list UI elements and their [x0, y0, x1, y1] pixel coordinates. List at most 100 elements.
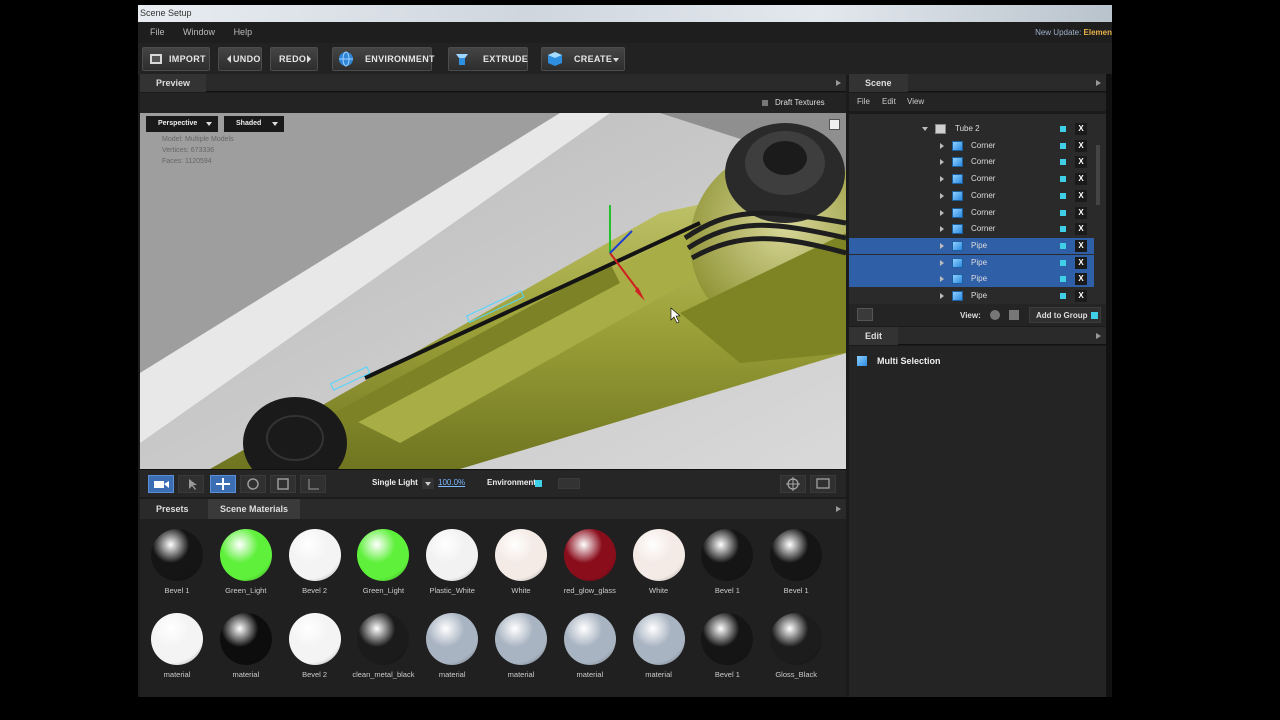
material-swatch[interactable]: Gloss_Black [762, 613, 830, 679]
environment-color-swatch[interactable] [558, 478, 580, 489]
material-swatch[interactable]: Green_Light [212, 529, 280, 595]
material-swatch[interactable]: material [556, 613, 624, 679]
light-intensity-value[interactable]: 100.0% [438, 478, 465, 487]
visibility-toggle[interactable] [1060, 142, 1066, 149]
create-button[interactable]: CREATE [541, 47, 625, 71]
rotate-tool-icon[interactable] [240, 475, 266, 493]
new-folder-icon[interactable] [857, 308, 873, 321]
delete-item-button[interactable]: X [1075, 256, 1087, 269]
visibility-toggle[interactable] [1060, 192, 1066, 199]
environment-checkbox[interactable] [535, 480, 542, 487]
chevron-down-icon[interactable] [613, 58, 619, 62]
delete-item-button[interactable]: X [1075, 273, 1087, 286]
panel-collapse-icon[interactable] [1096, 80, 1101, 86]
delete-item-button[interactable]: X [1075, 156, 1087, 169]
material-swatch[interactable]: material [143, 613, 211, 679]
panel-collapse-icon[interactable] [836, 506, 841, 512]
scene-tab[interactable]: Scene [849, 74, 908, 92]
scene-menu-file[interactable]: File [857, 93, 870, 111]
new-update-notice[interactable]: New Update: Elemen [1035, 22, 1112, 43]
delete-item-button[interactable]: X [1075, 139, 1087, 152]
axis-tool-icon[interactable] [300, 475, 326, 493]
environment-button[interactable]: ENVIRONMENT [332, 47, 435, 71]
material-swatch[interactable]: clean_metal_black [349, 613, 417, 679]
scene-tree-row[interactable]: Pipe X [849, 288, 1094, 304]
scene-tree-row[interactable]: Pipe X [849, 254, 1094, 271]
material-swatch[interactable]: Bevel 1 [693, 613, 761, 679]
delete-item-button[interactable]: X [1075, 189, 1087, 202]
scene-tree-row[interactable]: Corner X [849, 171, 1094, 187]
material-swatch[interactable]: Plastic_White [418, 529, 486, 595]
lighting-mode-value[interactable]: Single Light [372, 478, 418, 487]
scene-tree-row[interactable]: Corner X [849, 221, 1094, 237]
visibility-toggle[interactable] [1060, 226, 1066, 233]
panel-collapse-icon[interactable] [836, 80, 841, 86]
camera-tool-icon[interactable] [148, 475, 174, 493]
visibility-toggle[interactable] [1060, 176, 1066, 183]
scene-tree-row[interactable]: Pipe X [849, 271, 1094, 288]
visibility-toggle[interactable] [1060, 126, 1066, 132]
tab-presets[interactable]: Presets [144, 499, 201, 519]
visibility-toggle[interactable] [1060, 242, 1066, 249]
delete-item-button[interactable]: X [1075, 223, 1087, 236]
scene-menu-edit[interactable]: Edit [882, 93, 896, 111]
target-icon[interactable] [780, 475, 806, 493]
chevron-right-icon[interactable] [940, 176, 944, 183]
delete-item-button[interactable]: X [1075, 290, 1087, 302]
material-swatch[interactable]: Bevel 1 [762, 529, 830, 595]
undo-button[interactable]: UNDO [218, 47, 262, 71]
delete-item-button[interactable]: X [1075, 206, 1087, 219]
material-swatch[interactable]: Green_Light [349, 529, 417, 595]
lighting-dropdown-button[interactable] [422, 478, 434, 489]
chevron-right-icon[interactable] [940, 226, 944, 233]
material-swatch[interactable]: Bevel 1 [693, 529, 761, 595]
visibility-toggle[interactable] [1060, 293, 1066, 299]
scene-tree-row[interactable]: Corner X [849, 138, 1094, 154]
grid-view-icon[interactable] [1009, 310, 1019, 320]
material-swatch[interactable]: red_glow_glass [556, 529, 624, 595]
delete-item-button[interactable]: X [1075, 173, 1087, 186]
visibility-toggle[interactable] [1060, 276, 1066, 283]
visibility-toggle[interactable] [1060, 259, 1066, 266]
chevron-right-icon[interactable] [940, 209, 944, 216]
material-swatch[interactable]: Bevel 2 [281, 529, 349, 595]
material-swatch[interactable]: White [487, 529, 555, 595]
chevron-right-icon[interactable] [940, 142, 944, 149]
select-tool-icon[interactable] [178, 475, 204, 493]
draft-textures-checkbox[interactable] [762, 100, 768, 106]
redo-button[interactable]: REDO [270, 47, 318, 71]
add-to-group-checkbox[interactable] [1091, 312, 1098, 319]
add-to-group-button[interactable]: Add to Group [1029, 307, 1101, 323]
chevron-right-icon[interactable] [940, 159, 944, 166]
scene-menu-view[interactable]: View [907, 93, 924, 111]
menu-file[interactable]: File [150, 22, 165, 43]
material-swatch[interactable]: Bevel 2 [281, 613, 349, 679]
preview-tab[interactable]: Preview [140, 74, 207, 92]
menu-help[interactable]: Help [234, 22, 253, 43]
material-swatch[interactable]: material [625, 613, 693, 679]
shading-mode-dropdown[interactable]: Shaded [224, 116, 284, 132]
scene-scrollbar[interactable] [1096, 145, 1100, 205]
material-swatch[interactable]: White [625, 529, 693, 595]
scene-tree-row[interactable]: Corner X [849, 205, 1094, 221]
tab-scene-materials[interactable]: Scene Materials [208, 499, 301, 519]
material-swatch[interactable]: material [487, 613, 555, 679]
sphere-view-icon[interactable] [990, 310, 1000, 320]
chevron-down-icon[interactable] [922, 127, 928, 131]
material-swatch[interactable]: Bevel 1 [143, 529, 211, 595]
panel-collapse-icon[interactable] [1096, 333, 1101, 339]
scene-tree-row[interactable]: Corner X [849, 154, 1094, 170]
chevron-right-icon[interactable] [940, 242, 944, 249]
scene-tree-row[interactable]: Pipe X [849, 237, 1094, 254]
scene-tree-row[interactable]: Tube 2 X [849, 121, 1094, 137]
scene-tree-row[interactable]: Corner X [849, 188, 1094, 204]
delete-item-button[interactable]: X [1075, 123, 1087, 135]
camera-mode-dropdown[interactable]: Perspective [146, 116, 218, 132]
import-button[interactable]: IMPORT [142, 47, 210, 71]
extrude-button[interactable]: EXTRUDE [448, 47, 528, 71]
chevron-right-icon[interactable] [940, 293, 944, 299]
visibility-toggle[interactable] [1060, 209, 1066, 216]
move-tool-icon[interactable] [210, 475, 236, 493]
visibility-toggle[interactable] [1060, 159, 1066, 166]
chevron-right-icon[interactable] [940, 259, 944, 266]
